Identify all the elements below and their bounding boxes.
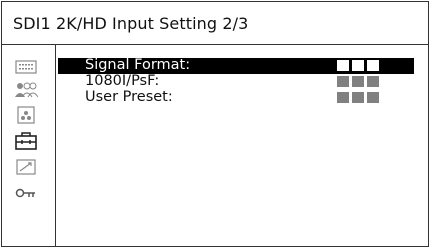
setting-value [337,92,379,103]
value-block [367,60,379,71]
setting-label: 1080I/PsF: [85,73,160,89]
settings-list: Signal Format: 1080I/PsF: User Preset: [56,45,428,106]
page-title: SDI1 2K/HD Input Setting 2/3 [13,14,249,33]
key-icon[interactable] [13,183,39,203]
setting-label: Signal Format: [85,57,191,73]
sidebar [2,45,56,246]
value-block [352,76,364,87]
users-icon[interactable] [13,80,39,100]
toolbox-icon[interactable] [13,131,39,151]
setting-value [337,60,379,71]
value-block [367,92,379,103]
value-block [367,76,379,87]
value-block [352,60,364,71]
settings-window: SDI1 2K/HD Input Setting 2/3 Signal Form… [1,1,429,247]
value-block [337,92,349,103]
setting-row-1080i-psf[interactable]: 1080I/PsF: [58,73,414,90]
value-block [352,92,364,103]
chart-icon[interactable] [13,157,39,177]
value-block [337,60,349,71]
value-block [337,76,349,87]
setting-row-user-preset[interactable]: User Preset: [58,89,414,106]
setting-row-signal-format[interactable]: Signal Format: [58,57,414,74]
camera-icon[interactable] [13,105,39,125]
screen-icon[interactable] [13,57,39,77]
setting-label: User Preset: [85,89,173,105]
setting-value [337,76,379,87]
